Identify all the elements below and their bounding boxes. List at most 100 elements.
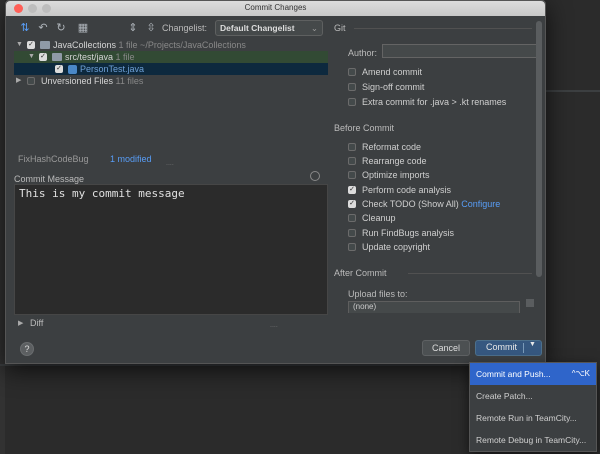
unversioned-meta: 11 files — [115, 76, 144, 86]
commit-button-label: Commit — [486, 342, 517, 352]
commit-message-label: Commit Message — [14, 174, 85, 184]
diff-section[interactable]: ▶ Diff .... — [14, 318, 328, 330]
update-copyright-checkbox[interactable] — [348, 243, 356, 251]
background-divider — [0, 364, 469, 366]
option-label: Rearrange code — [362, 156, 427, 166]
divider — [408, 273, 532, 274]
check-todo-checkbox[interactable]: ✓ — [348, 200, 356, 208]
folder-checkbox[interactable]: ✓ — [39, 53, 47, 61]
amend-commit-checkbox[interactable] — [348, 68, 356, 76]
tree-row-root[interactable]: ▼ ✓ JavaCollections 1 file ~/Projects/Ja… — [14, 39, 328, 51]
root-meta: 1 file ~/Projects/JavaCollections — [118, 40, 246, 50]
commit-button[interactable]: Commit ▼ — [475, 340, 542, 356]
group-by-icon[interactable]: ▦ — [76, 21, 90, 35]
unversioned-name: Unversioned Files — [41, 76, 114, 86]
expand-arrow-icon[interactable]: ▼ — [16, 39, 24, 51]
expand-arrow-icon[interactable]: ▼ — [28, 51, 36, 63]
check-todo-label: Check TODO (Show All) — [362, 199, 459, 209]
collapse-all-icon[interactable]: ⇳ — [144, 21, 158, 35]
expand-all-icon[interactable]: ⇕ — [126, 21, 140, 35]
tree-row-unversioned[interactable]: ▶ Unversioned Files 11 files — [14, 75, 328, 87]
commit-message-input[interactable]: This is my commit message — [14, 184, 328, 315]
upload-files-label: Upload files to: — [348, 289, 408, 299]
file-name: PersonTest.java — [80, 64, 145, 74]
window-title: Commit Changes — [244, 3, 307, 12]
before-commit-section-title: Before Commit — [334, 123, 395, 133]
branch-name: FixHashCodeBug — [18, 154, 89, 164]
menu-item-shortcut: ^⌥K — [571, 369, 590, 378]
collapse-arrow-icon[interactable]: ▶ — [16, 75, 24, 87]
reformat-code-checkbox[interactable] — [348, 143, 356, 151]
tree-row-file[interactable]: ✓ PersonTest.java — [14, 63, 328, 75]
unversioned-label: Unversioned Files 11 files — [41, 75, 143, 87]
option-label: Extra commit for .java > .kt renames — [362, 97, 507, 107]
changes-tree: ▼ ✓ JavaCollections 1 file ~/Projects/Ja… — [14, 39, 328, 149]
changelist-label: Changelist: — [162, 23, 208, 33]
folder-meta: 1 file — [115, 52, 135, 62]
chevron-down-icon[interactable]: ▼ — [529, 341, 536, 348]
menu-item-label: Create Patch... — [476, 391, 533, 401]
option-label: Perform code analysis — [362, 185, 452, 195]
run-findbugs-checkbox[interactable] — [348, 229, 356, 237]
upload-target-dropdown[interactable]: (none) — [348, 301, 520, 313]
folder-icon — [52, 53, 62, 61]
title-bar: Commit Changes — [6, 1, 545, 16]
java-file-icon — [68, 65, 77, 74]
history-clock-icon[interactable] — [310, 171, 320, 181]
option-label: Check TODO (Show All) Configure — [362, 198, 500, 210]
diff-arrows-icon[interactable]: ⇅ — [18, 21, 32, 35]
folder-label: src/test/java 1 file — [65, 51, 135, 63]
options-scrollbar[interactable] — [536, 21, 542, 277]
module-icon — [40, 41, 50, 49]
file-checkbox[interactable]: ✓ — [55, 65, 63, 73]
menu-item-remote-run[interactable]: Remote Run in TeamCity... — [470, 407, 596, 429]
option-label: Update copyright — [362, 242, 431, 252]
refresh-icon[interactable]: ↻ — [54, 21, 68, 35]
rearrange-code-checkbox[interactable] — [348, 157, 356, 165]
undo-icon[interactable]: ↶ — [36, 21, 50, 35]
help-button[interactable]: ? — [20, 342, 34, 356]
unversioned-checkbox[interactable] — [27, 77, 35, 85]
cleanup-checkbox[interactable] — [348, 214, 356, 222]
sign-off-checkbox[interactable] — [348, 83, 356, 91]
changes-status: FixHashCodeBug 1 modified .... — [14, 154, 328, 167]
option-label: Run FindBugs analysis — [362, 228, 455, 238]
optimize-imports-checkbox[interactable] — [348, 171, 356, 179]
root-name: JavaCollections — [53, 40, 117, 50]
option-label: Reformat code — [362, 142, 422, 152]
root-checkbox[interactable]: ✓ — [27, 41, 35, 49]
option-label: Optimize imports — [362, 170, 430, 180]
expand-arrow-icon[interactable]: ▶ — [18, 319, 23, 327]
menu-item-remote-debug[interactable]: Remote Debug in TeamCity... — [470, 429, 596, 451]
option-label: Amend commit — [362, 67, 423, 77]
author-input[interactable] — [382, 44, 542, 58]
cancel-button[interactable]: Cancel — [422, 340, 470, 356]
modified-count-link[interactable]: 1 modified — [110, 154, 152, 164]
chevron-down-icon: ⌄ — [310, 23, 318, 33]
splitter-handle[interactable]: .... — [166, 160, 174, 167]
scroll-corner — [526, 299, 534, 307]
extra-commit-checkbox[interactable] — [348, 98, 356, 106]
divider — [354, 28, 532, 29]
folder-name: src/test/java — [65, 52, 114, 62]
commit-options-menu: Commit and Push... ^⌥K Create Patch... R… — [469, 362, 597, 452]
split-divider — [523, 343, 524, 353]
changelist-value: Default Changelist — [220, 23, 295, 33]
menu-item-create-patch[interactable]: Create Patch... — [470, 385, 596, 407]
commit-dialog: Commit Changes ⇅ ↶ ↻ ▦ ⇕ ⇳ Changelist: D… — [5, 0, 546, 364]
option-label: Sign-off commit — [362, 82, 425, 92]
splitter-handle[interactable]: .... — [270, 322, 278, 329]
menu-item-label: Remote Debug in TeamCity... — [476, 435, 587, 445]
menu-item-label: Remote Run in TeamCity... — [476, 413, 577, 423]
tree-row-folder[interactable]: ▼ ✓ src/test/java 1 file — [14, 51, 328, 63]
menu-item-commit-and-push[interactable]: Commit and Push... ^⌥K — [470, 363, 596, 385]
background-divider — [546, 90, 600, 92]
menu-item-label: Commit and Push... — [476, 369, 551, 379]
changelist-dropdown[interactable]: Default Changelist ⌄ — [215, 20, 323, 36]
perform-code-analysis-checkbox[interactable]: ✓ — [348, 186, 356, 194]
git-section-title: Git — [334, 23, 346, 33]
option-label: Cleanup — [362, 213, 396, 223]
configure-link[interactable]: Configure — [461, 199, 500, 209]
diff-label: Diff — [30, 318, 44, 328]
author-label: Author: — [348, 48, 378, 58]
